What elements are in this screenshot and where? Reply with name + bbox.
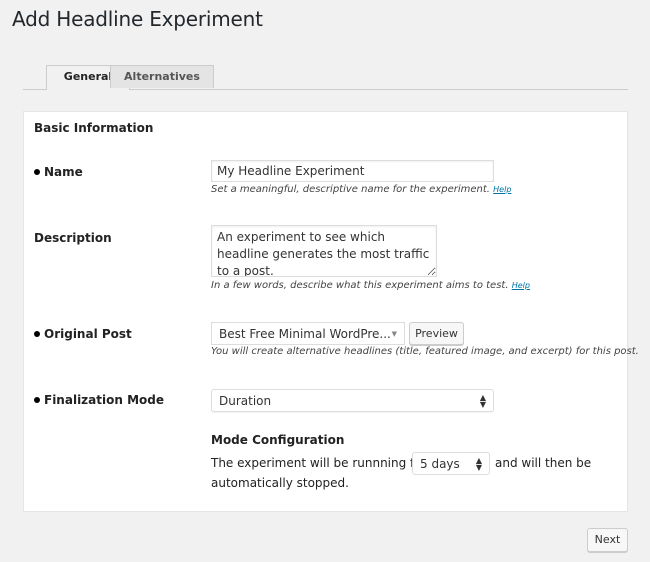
required-bullet-icon bbox=[34, 397, 40, 403]
updown-arrows-icon: ▲ ▼ bbox=[475, 455, 482, 472]
finalization-mode-label-text: Finalization Mode bbox=[44, 393, 164, 407]
description-hint: In a few words, describe what this exper… bbox=[211, 280, 530, 291]
name-label: Name bbox=[34, 165, 83, 179]
tab-alternatives[interactable]: Alternatives bbox=[110, 65, 214, 88]
tab-bar: General Alternatives bbox=[23, 65, 628, 90]
mode-configuration-title: Mode Configuration bbox=[211, 433, 345, 447]
section-title: Basic Information bbox=[34, 121, 154, 135]
description-help-link[interactable]: Help bbox=[512, 281, 530, 290]
name-input[interactable] bbox=[211, 160, 494, 182]
required-bullet-icon bbox=[34, 169, 40, 175]
mode-text-after: and will then be bbox=[495, 456, 592, 470]
original-post-selected: Best Free Minimal WordPre... bbox=[219, 326, 391, 341]
finalization-mode-label: Finalization Mode bbox=[34, 393, 164, 407]
duration-selected: 5 days bbox=[420, 456, 460, 471]
name-help-link[interactable]: Help bbox=[493, 185, 511, 194]
original-post-select[interactable]: Best Free Minimal WordPre... ▼ bbox=[211, 322, 405, 345]
description-hint-text: In a few words, describe what this exper… bbox=[211, 280, 509, 291]
updown-arrows-icon: ▲ ▼ bbox=[479, 392, 486, 409]
original-post-label: Original Post bbox=[34, 327, 132, 341]
basic-information-panel: Basic Information Name Set a meaningful,… bbox=[23, 111, 639, 512]
name-hint-text: Set a meaningful, descriptive name for t… bbox=[211, 184, 490, 195]
original-post-label-text: Original Post bbox=[44, 327, 132, 341]
description-label: Description bbox=[34, 231, 112, 245]
mode-text-before: The experiment will be runnning for bbox=[211, 456, 427, 470]
name-hint: Set a meaningful, descriptive name for t… bbox=[211, 184, 511, 195]
page-title: Add Headline Experiment bbox=[12, 7, 263, 31]
duration-select[interactable]: 5 days ▲ ▼ bbox=[412, 452, 490, 475]
required-bullet-icon bbox=[34, 331, 40, 337]
chevron-down-icon: ▼ bbox=[391, 329, 397, 338]
preview-button[interactable]: Preview bbox=[409, 322, 464, 345]
next-button[interactable]: Next bbox=[587, 528, 628, 552]
description-textarea[interactable]: An experiment to see which headline gene… bbox=[211, 225, 437, 277]
name-label-text: Name bbox=[44, 165, 83, 179]
description-label-text: Description bbox=[34, 231, 112, 245]
mode-text-line2: automatically stopped. bbox=[211, 476, 349, 490]
finalization-mode-selected: Duration bbox=[219, 393, 272, 408]
original-post-hint: You will create alternative headlines (t… bbox=[211, 346, 639, 357]
finalization-mode-select[interactable]: Duration ▲ ▼ bbox=[211, 389, 494, 412]
